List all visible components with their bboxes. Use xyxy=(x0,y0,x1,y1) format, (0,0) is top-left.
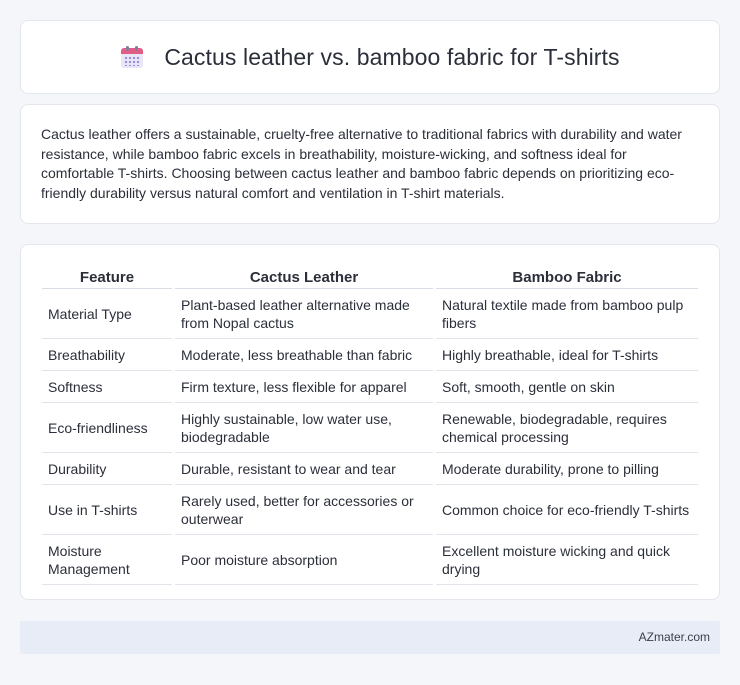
title-card: Cactus leather vs. bamboo fabric for T-s… xyxy=(20,20,720,94)
row-feature: Durability xyxy=(42,454,172,485)
row-feature: Breathability xyxy=(42,340,172,371)
table-row: Durability Durable, resistant to wear an… xyxy=(42,454,698,485)
calendar-icon xyxy=(120,45,144,69)
table-row: Material Type Plant-based leather altern… xyxy=(42,290,698,339)
page-title: Cactus leather vs. bamboo fabric for T-s… xyxy=(164,43,620,70)
intro-paragraph: Cactus leather offers a sustainable, cru… xyxy=(41,126,682,201)
row-bamboo-value: Common choice for eco-friendly T-shirts xyxy=(436,486,698,535)
title-wrap: Cactus leather vs. bamboo fabric for T-s… xyxy=(120,43,620,71)
comparison-table: Feature Cactus Leather Bamboo Fabric Mat… xyxy=(39,266,701,586)
table-row: Moisture Management Poor moisture absorp… xyxy=(42,536,698,585)
intro-card: Cactus leather offers a sustainable, cru… xyxy=(20,104,720,224)
row-bamboo-value: Moderate durability, prone to pilling xyxy=(436,454,698,485)
comparison-table-card: Feature Cactus Leather Bamboo Fabric Mat… xyxy=(20,244,720,600)
row-feature: Use in T-shirts xyxy=(42,486,172,535)
row-cactus-value: Plant-based leather alternative made fro… xyxy=(175,290,433,339)
row-cactus-value: Poor moisture absorption xyxy=(175,536,433,585)
row-cactus-value: Firm texture, less flexible for apparel xyxy=(175,372,433,403)
row-feature: Softness xyxy=(42,372,172,403)
table-row: Use in T-shirts Rarely used, better for … xyxy=(42,486,698,535)
row-bamboo-value: Soft, smooth, gentle on skin xyxy=(436,372,698,403)
row-cactus-value: Moderate, less breathable than fabric xyxy=(175,340,433,371)
row-cactus-value: Durable, resistant to wear and tear xyxy=(175,454,433,485)
row-cactus-value: Highly sustainable, low water use, biode… xyxy=(175,404,433,453)
footer-bar: AZmater.com xyxy=(20,621,720,654)
row-bamboo-value: Renewable, biodegradable, requires chemi… xyxy=(436,404,698,453)
table-row: Softness Firm texture, less flexible for… xyxy=(42,372,698,403)
row-feature: Eco-friendliness xyxy=(42,404,172,453)
row-bamboo-value: Natural textile made from bamboo pulp fi… xyxy=(436,290,698,339)
table-header-row: Feature Cactus Leather Bamboo Fabric xyxy=(42,267,698,289)
header-feature: Feature xyxy=(42,267,172,289)
table-row: Breathability Moderate, less breathable … xyxy=(42,340,698,371)
row-feature: Moisture Management xyxy=(42,536,172,585)
row-cactus-value: Rarely used, better for accessories or o… xyxy=(175,486,433,535)
row-bamboo-value: Excellent moisture wicking and quick dry… xyxy=(436,536,698,585)
table-row: Eco-friendliness Highly sustainable, low… xyxy=(42,404,698,453)
row-feature: Material Type xyxy=(42,290,172,339)
footer-brand: AZmater.com xyxy=(638,630,710,644)
row-bamboo-value: Highly breathable, ideal for T-shirts xyxy=(436,340,698,371)
header-bamboo-fabric: Bamboo Fabric xyxy=(436,267,698,289)
header-cactus-leather: Cactus Leather xyxy=(175,267,433,289)
